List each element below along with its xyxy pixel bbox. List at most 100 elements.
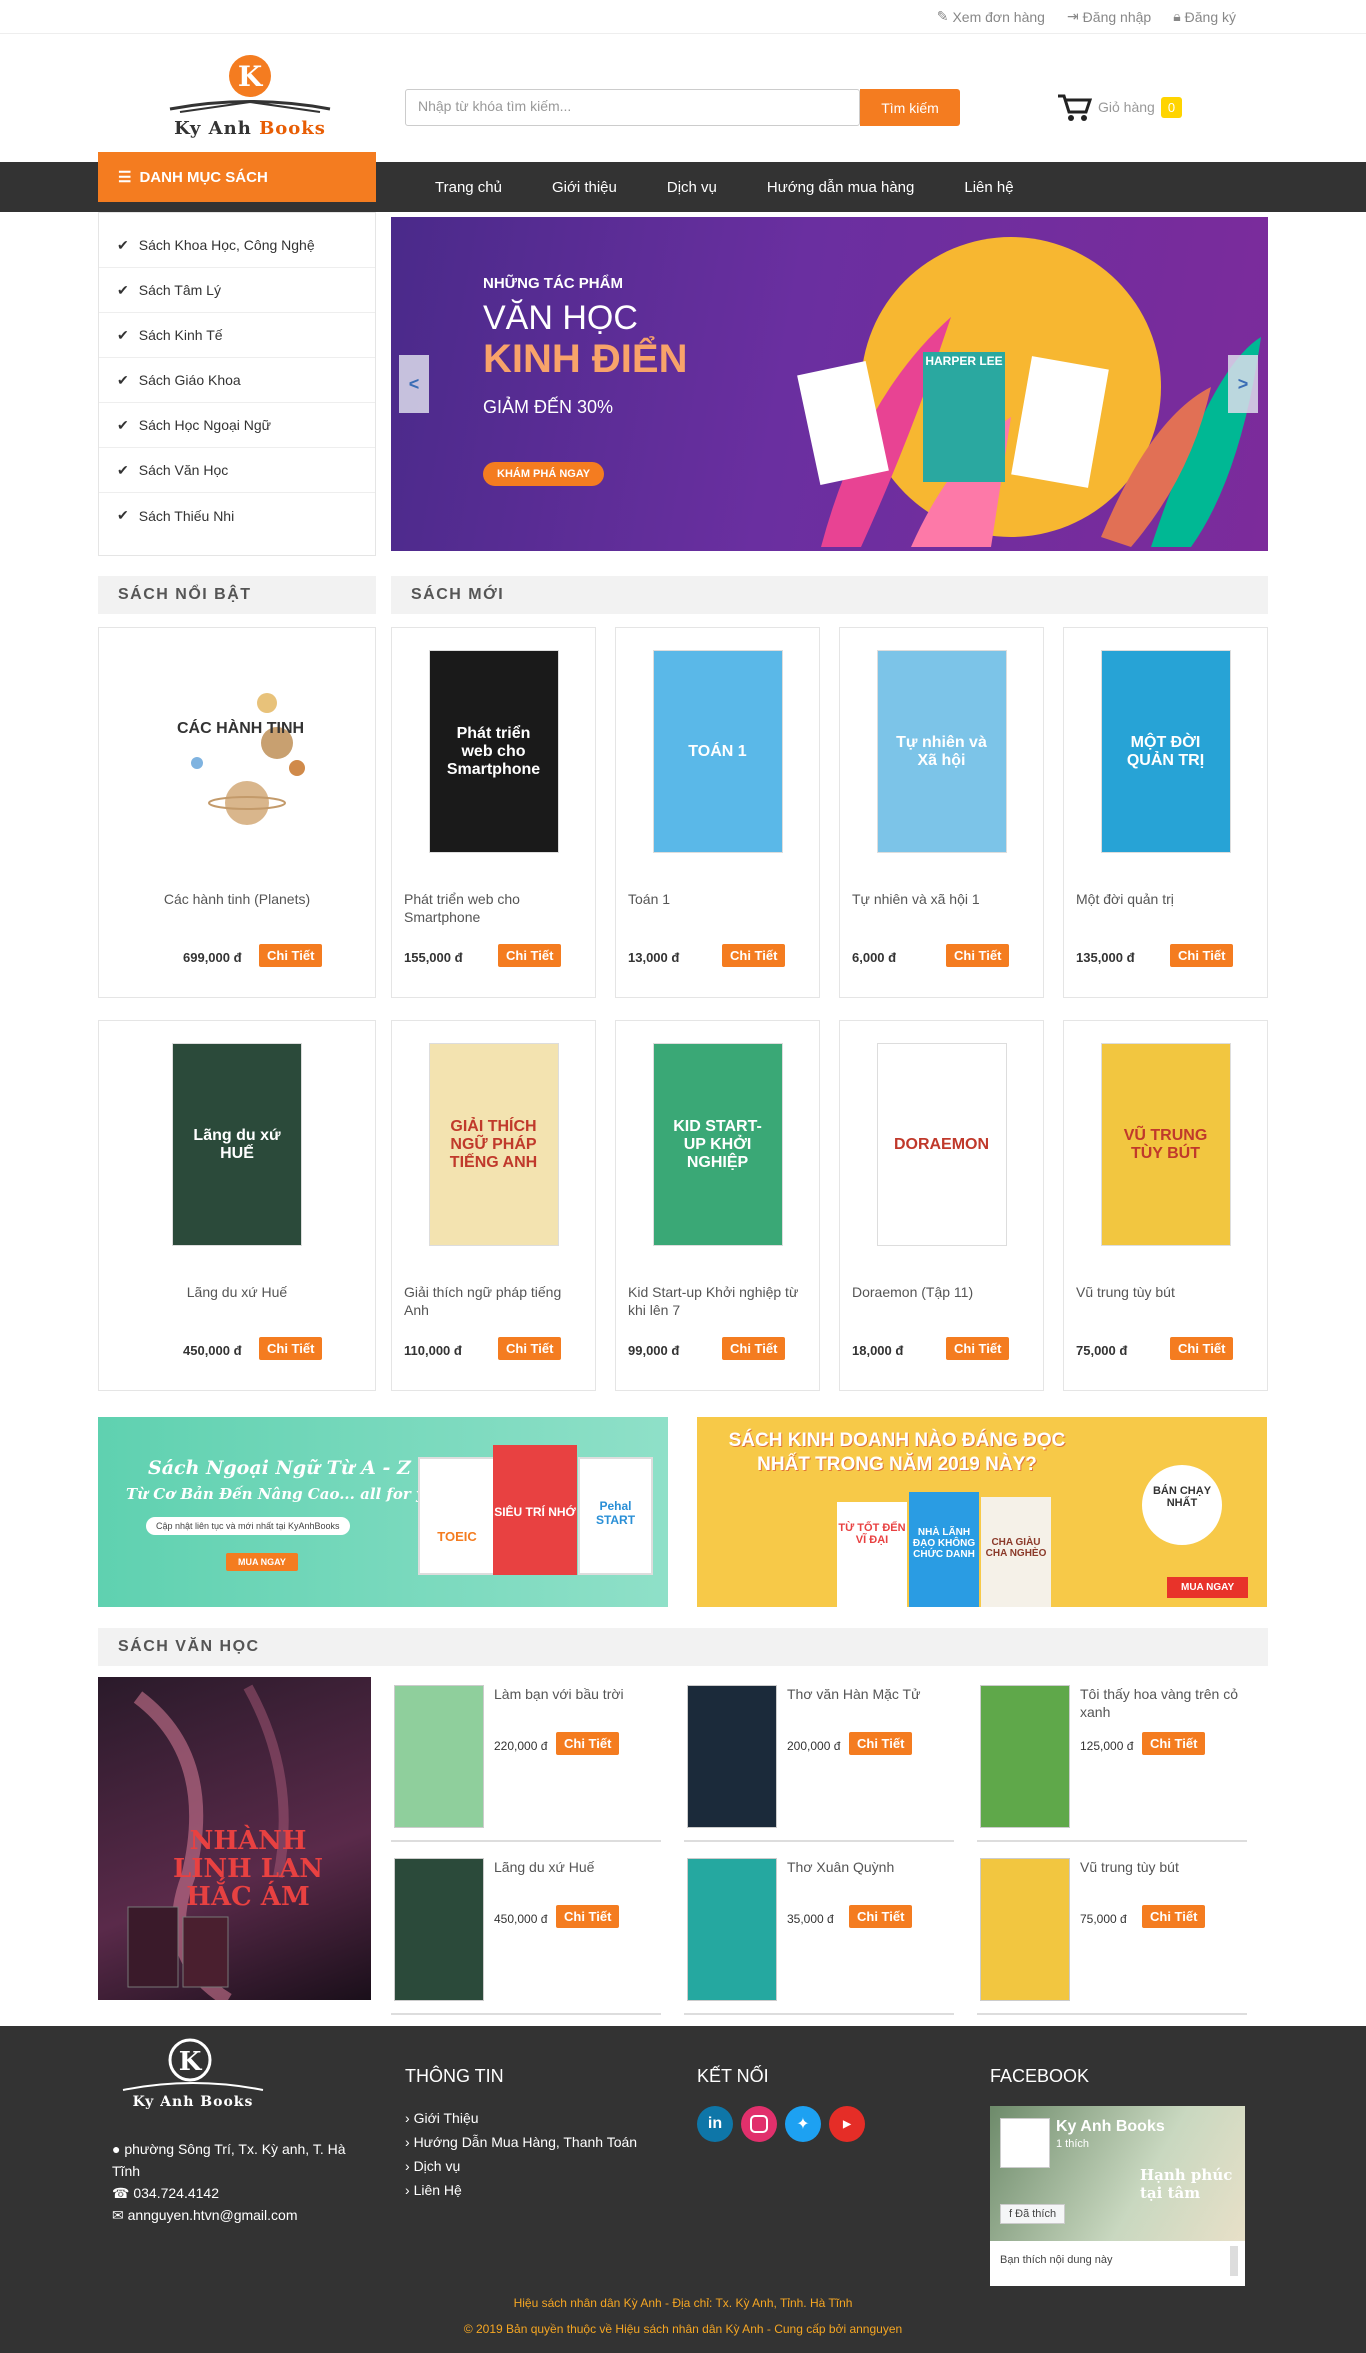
product-card[interactable]: DORAEMON Doraemon (Tập 11) 18,000 đ Chi … [839, 1020, 1044, 1391]
facebook-widget[interactable]: Hạnh phúc tại tâm Ky Anh Books 1 thích f… [990, 2106, 1245, 2286]
detail-button[interactable]: Chi Tiết [722, 944, 786, 967]
featured-product-card[interactable]: CÁC HÀNH TINH Các hành tinh (Planets) 69… [98, 627, 376, 998]
search-input[interactable]: Nhập từ khóa tìm kiếm... [405, 89, 860, 126]
item-divider [977, 1840, 1247, 1842]
slider-prev-button[interactable]: < [399, 355, 429, 413]
promo-business-books[interactable]: SÁCH KINH DOANH NÀO ĐÁNG ĐỌC NHẤT TRONG … [697, 1417, 1267, 1607]
product-card[interactable]: VŨ TRUNG TÙY BÚT Vũ trung tùy bút 75,000… [1063, 1020, 1268, 1391]
product-title[interactable]: Doraemon (Tập 11) [852, 1283, 1031, 1301]
category-item[interactable]: ✔ Sách Kinh Tế [99, 313, 375, 358]
detail-button[interactable]: Chi Tiết [849, 1905, 913, 1928]
detail-button[interactable]: Chi Tiết [556, 1905, 620, 1928]
book-cover: GIẢI THÍCH NGỮ PHÁP TIẾNG ANH [428, 1043, 559, 1246]
footer-link[interactable]: › Giới Thiệu [405, 2106, 637, 2130]
product-card[interactable]: TOÁN 1 Toán 1 13,000 đ Chi Tiết [615, 627, 820, 998]
nav-home[interactable]: Trang chủ [410, 179, 527, 196]
detail-button[interactable]: Chi Tiết [849, 1732, 913, 1755]
book-cover: Lãng du xứ HUẾ [172, 1043, 302, 1246]
product-price: 699,000 đ [183, 950, 242, 965]
fb-scrollbar[interactable] [1230, 2246, 1238, 2276]
nav-services[interactable]: Dịch vụ [642, 179, 742, 196]
promo-buy-button[interactable]: MUA NGAY [1167, 1577, 1249, 1598]
detail-button[interactable]: Chi Tiết [498, 944, 562, 967]
product-title[interactable]: Phát triển web cho Smartphone [404, 890, 583, 926]
instagram-icon[interactable] [741, 2106, 777, 2142]
literature-item[interactable]: Tôi thấy hoa vàng trên cỏ xanh 125,000 đ… [977, 1677, 1259, 1842]
literature-item[interactable]: Lãng du xứ Huế 450,000 đ Chi Tiết [391, 1850, 673, 2015]
product-title[interactable]: Toán 1 [628, 890, 807, 908]
nav-about[interactable]: Giới thiệu [527, 179, 642, 196]
orders-link[interactable]: ✎ Xem đơn hàng [937, 8, 1045, 25]
product-card[interactable]: Tự nhiên và Xã hội Tự nhiên và xã hội 1 … [839, 627, 1044, 998]
category-item[interactable]: ✔ Sách Văn Học [99, 448, 375, 493]
product-card[interactable]: MỘT ĐỜI QUẢN TRỊ Một đời quản trị 135,00… [1063, 627, 1268, 998]
detail-button[interactable]: Chi Tiết [722, 1337, 786, 1360]
literature-item[interactable]: Thơ văn Hàn Mặc Tử 200,000 đ Chi Tiết [684, 1677, 966, 1842]
product-card[interactable]: KID START-UP KHỞI NGHIỆP Kid Start-up Kh… [615, 1020, 820, 1391]
twitter-icon[interactable]: ✦ [785, 2106, 821, 2142]
slider-next-button[interactable]: > [1228, 355, 1258, 413]
product-card[interactable]: Lãng du xứ HUẾ Lãng du xứ Huế 450,000 đ … [98, 1020, 376, 1391]
nav-guide[interactable]: Hướng dẫn mua hàng [742, 179, 939, 196]
category-item[interactable]: ✔ Sách Khoa Học, Công Nghệ [99, 223, 375, 268]
search-button[interactable]: Tìm kiếm [860, 89, 960, 126]
product-title[interactable]: Các hành tinh (Planets) [111, 890, 363, 908]
product-title[interactable]: Thơ văn Hàn Mặc Tử [787, 1685, 957, 1703]
mail-icon: ✉ [112, 2207, 124, 2223]
product-title[interactable]: Một đời quản trị [1076, 890, 1255, 908]
footer-link[interactable]: › Liên Hệ [405, 2178, 637, 2202]
detail-button[interactable]: Chi Tiết [259, 944, 323, 967]
category-item[interactable]: ✔ Sách Học Ngoại Ngữ [99, 403, 375, 448]
fb-liked-button[interactable]: f Đã thích [1000, 2204, 1066, 2224]
product-title[interactable]: Thơ Xuân Quỳnh [787, 1858, 957, 1876]
item-divider [391, 2013, 661, 2015]
footer-email[interactable]: ✉ annguyen.htvn@gmail.com [112, 2204, 362, 2226]
product-title[interactable]: Lãng du xứ Huế [494, 1858, 664, 1876]
linkedin-icon[interactable]: in [697, 2106, 733, 2142]
detail-button[interactable]: Chi Tiết [1170, 1337, 1234, 1360]
product-title[interactable]: Vũ trung tùy bút [1080, 1858, 1250, 1876]
banner-cta-button[interactable]: KHÁM PHÁ NGAY [483, 462, 605, 486]
product-title[interactable]: Vũ trung tùy bút [1076, 1283, 1255, 1301]
literature-item[interactable]: Vũ trung tùy bút 75,000 đ Chi Tiết [977, 1850, 1259, 2015]
detail-button[interactable]: Chi Tiết [1170, 944, 1234, 967]
footer-link[interactable]: › Hướng Dẫn Mua Hàng, Thanh Toán [405, 2130, 637, 2154]
book-cover [687, 1858, 777, 2001]
register-link[interactable]: 🔒︎ Đăng ký [1173, 8, 1236, 25]
promo-buy-button[interactable]: MUA NGAY [226, 1553, 298, 1571]
detail-button[interactable]: Chi Tiết [1142, 1905, 1206, 1928]
detail-button[interactable]: Chi Tiết [259, 1337, 323, 1360]
logo[interactable]: K Ky Anh Books [160, 54, 340, 154]
product-title[interactable]: Kid Start-up Khởi nghiệp từ khi lên 7 [628, 1283, 807, 1319]
product-title[interactable]: Tự nhiên và xã hội 1 [852, 890, 1031, 908]
detail-button[interactable]: Chi Tiết [946, 1337, 1010, 1360]
detail-button[interactable]: Chi Tiết [946, 944, 1010, 967]
literature-item[interactable]: Làm bạn với bầu trời 220,000 đ Chi Tiết [391, 1677, 673, 1842]
category-item[interactable]: ✔ Sách Thiếu Nhi [99, 493, 375, 538]
nav-contact[interactable]: Liên hệ [939, 179, 1038, 196]
product-title[interactable]: Làm bạn với bầu trời [494, 1685, 664, 1703]
product-card[interactable]: Phát triển web cho Smartphone Phát triển… [391, 627, 596, 998]
category-item[interactable]: ✔ Sách Tâm Lý [99, 268, 375, 313]
category-item[interactable]: ✔ Sách Giáo Khoa [99, 358, 375, 403]
new-books-title: SÁCH MỚI [391, 576, 1268, 614]
hero-banner[interactable]: HARPER LEE NHỮNG TÁC PHẨM VĂN HỌC KINH Đ… [391, 217, 1268, 551]
detail-button[interactable]: Chi Tiết [1142, 1732, 1206, 1755]
product-title[interactable]: Lãng du xứ Huế [111, 1283, 363, 1301]
product-title[interactable]: Giải thích ngữ pháp tiếng Anh [404, 1283, 583, 1319]
product-title[interactable]: Tôi thấy hoa vàng trên cỏ xanh [1080, 1685, 1250, 1721]
literature-item[interactable]: Thơ Xuân Quỳnh 35,000 đ Chi Tiết [684, 1850, 966, 2015]
login-link[interactable]: ⇥ Đăng nhập [1067, 8, 1151, 25]
cart-link[interactable]: Giỏ hàng 0 [1056, 92, 1183, 122]
detail-button[interactable]: Chi Tiết [556, 1732, 620, 1755]
detail-button[interactable]: Chi Tiết [498, 1337, 562, 1360]
youtube-icon[interactable]: ▶ [829, 2106, 865, 2142]
product-card[interactable]: GIẢI THÍCH NGỮ PHÁP TIẾNG ANH Giải thích… [391, 1020, 596, 1391]
social-icons: in ✦ ▶ [697, 2106, 865, 2142]
footer-link[interactable]: › Dịch vụ [405, 2154, 637, 2178]
literature-feature-banner[interactable]: NHÀNH LINH LAN HẮC ÁM [98, 1677, 371, 2000]
book-cover [687, 1685, 777, 1828]
facebook-icon: f [1009, 2208, 1013, 2220]
location-icon: ● [112, 2141, 121, 2157]
promo-language-books[interactable]: Sách Ngoại Ngữ Từ A - Z Từ Cơ Bản Đến Nâ… [98, 1417, 668, 1607]
